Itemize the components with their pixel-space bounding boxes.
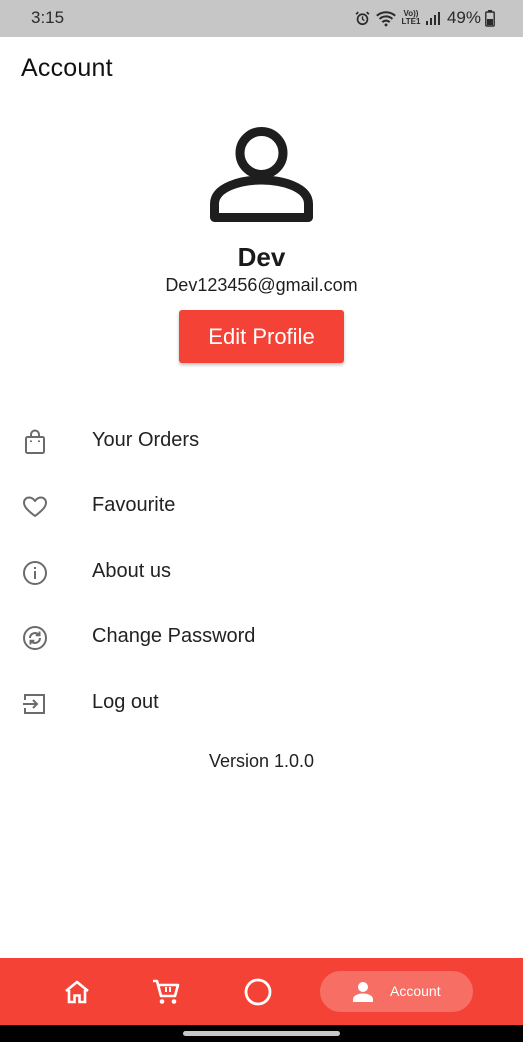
- menu-item-change-password[interactable]: Change Password: [0, 605, 523, 669]
- system-navigation-bar: [0, 1025, 523, 1042]
- nav-account-button[interactable]: Account: [320, 971, 473, 1012]
- menu-item-label: Favourite: [92, 494, 176, 516]
- info-icon: [23, 561, 47, 585]
- heart-icon: [23, 496, 47, 517]
- home-indicator[interactable]: [183, 1031, 340, 1036]
- person-icon: [353, 982, 373, 1002]
- page-title: Account: [21, 54, 113, 82]
- menu-item-your-orders[interactable]: Your Orders: [0, 409, 523, 473]
- edit-profile-button[interactable]: Edit Profile: [179, 310, 344, 363]
- circle-icon: [244, 978, 272, 1005]
- menu-item-log-out[interactable]: Log out: [0, 671, 523, 735]
- profile-email: Dev123456@gmail.com: [165, 275, 358, 295]
- shopping-bag-icon: [25, 429, 45, 454]
- profile-name: Dev: [237, 242, 286, 272]
- status-icons: Vo)) LTE1 49%: [354, 7, 495, 29]
- volte-label: Vo)) LTE1: [401, 9, 421, 26]
- menu-item-label: Log out: [92, 691, 159, 713]
- menu-item-about-us[interactable]: About us: [0, 540, 523, 604]
- nav-cart-button[interactable]: [146, 958, 186, 1025]
- nav-home-button[interactable]: [58, 958, 96, 1025]
- person-outline-icon: [210, 127, 313, 222]
- menu-item-label: Change Password: [92, 625, 256, 647]
- menu-item-label: About us: [92, 560, 171, 582]
- battery-percent: 49%: [446, 8, 481, 27]
- status-bar: 3:15 Vo)) LTE1 49%: [0, 0, 523, 37]
- battery-icon: [485, 9, 495, 27]
- bottom-navigation: Account: [0, 958, 523, 1025]
- home-icon: [65, 980, 89, 1003]
- nav-account-label: Account: [390, 983, 441, 999]
- alarm-icon: [355, 11, 370, 25]
- status-time: 3:15: [31, 8, 65, 27]
- cart-icon: [153, 979, 180, 1004]
- nav-circle-button[interactable]: [238, 958, 278, 1025]
- logout-icon: [23, 694, 45, 714]
- menu-item-label: Your Orders: [92, 429, 200, 451]
- signal-icon: [425, 12, 440, 25]
- lock-reset-icon: [23, 626, 47, 650]
- app-version: Version 1.0.0: [208, 751, 315, 771]
- wifi-icon: [376, 10, 396, 26]
- menu-item-favourite[interactable]: Favourite: [0, 474, 523, 538]
